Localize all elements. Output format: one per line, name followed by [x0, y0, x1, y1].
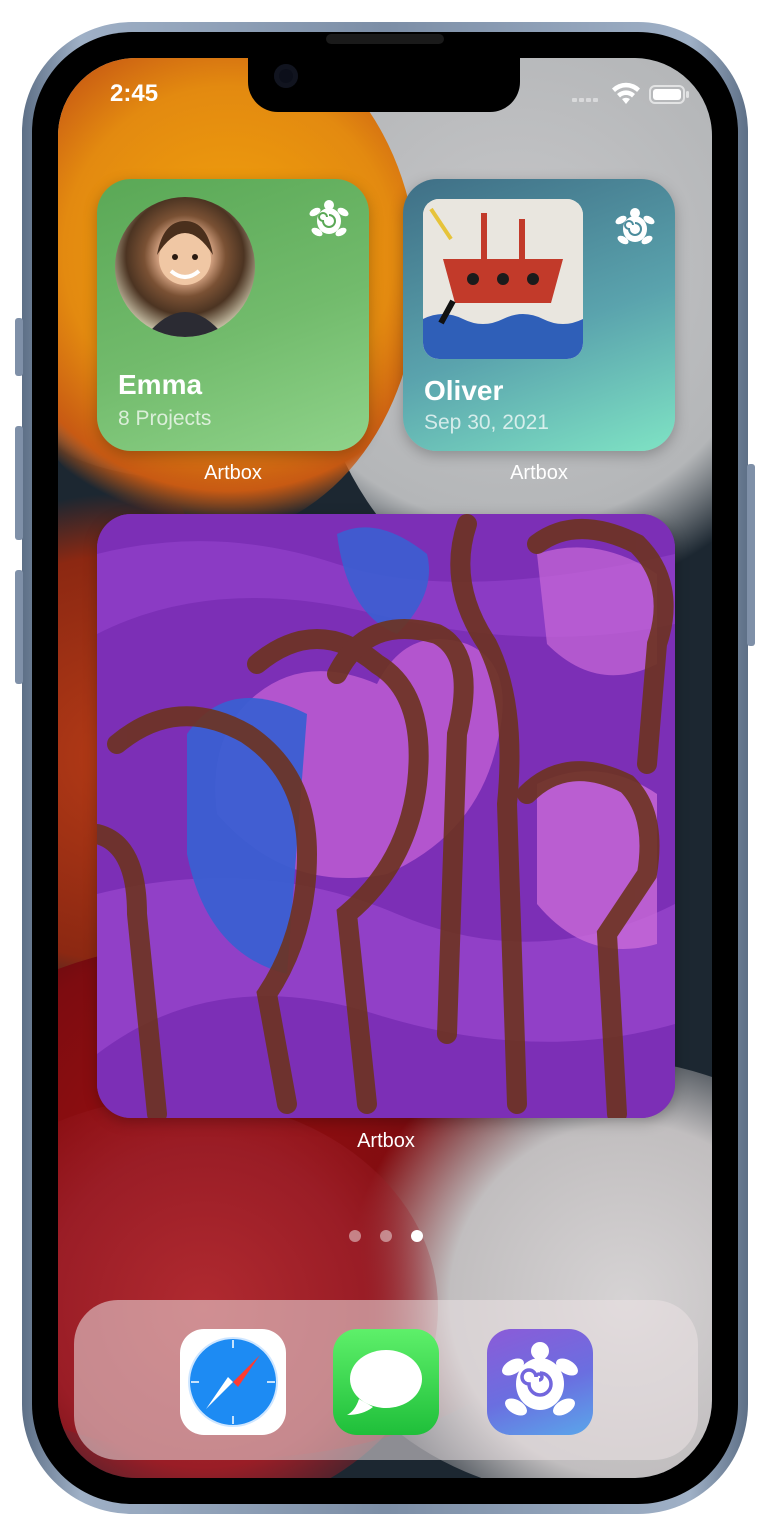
- battery-icon: [649, 85, 689, 104]
- power-button: [747, 464, 755, 646]
- speaker-grill: [326, 34, 444, 44]
- page-dot-3[interactable]: [411, 1230, 423, 1242]
- front-camera: [274, 64, 298, 88]
- artwork-thumbnail: [423, 199, 583, 359]
- app-label: Artbox: [510, 462, 568, 484]
- page-dot-1[interactable]: [349, 1230, 361, 1242]
- status-icons: [570, 82, 692, 108]
- artwork-image: [97, 514, 675, 1118]
- cellular-signal-icon: [572, 98, 598, 102]
- status-time: 2:45: [110, 80, 159, 107]
- messages-icon[interactable]: [333, 1329, 439, 1435]
- app-label: Artbox: [204, 462, 262, 484]
- widget-large-artwork[interactable]: [97, 514, 675, 1118]
- widget-emma[interactable]: Emma 8 Projects: [97, 179, 369, 451]
- turtle-icon: [613, 207, 657, 251]
- silent-switch: [15, 318, 23, 376]
- widget-oliver[interactable]: Oliver Sep 30, 2021: [403, 179, 675, 451]
- turtle-icon: [307, 199, 351, 243]
- volume-down-button: [15, 570, 23, 684]
- widget-subtitle: 8 Projects: [118, 407, 212, 430]
- volume-up-button: [15, 426, 23, 540]
- artbox-icon[interactable]: [487, 1329, 593, 1435]
- app-label: Artbox: [357, 1130, 415, 1152]
- widget-title: Oliver: [424, 375, 504, 406]
- wifi-icon: [612, 82, 640, 104]
- widget-title: Emma: [118, 369, 203, 400]
- safari-icon[interactable]: [180, 1329, 286, 1435]
- avatar: [115, 197, 255, 337]
- page-dot-2[interactable]: [380, 1230, 392, 1242]
- widget-subtitle: Sep 30, 2021: [424, 411, 549, 434]
